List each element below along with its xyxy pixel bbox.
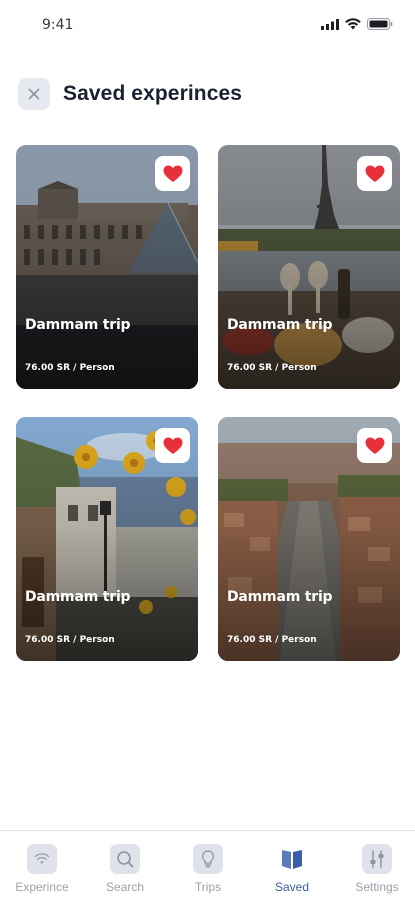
lightbulb-icon bbox=[193, 844, 223, 874]
card-title: Dammam trip bbox=[25, 317, 131, 333]
cellular-signal-icon bbox=[321, 18, 339, 30]
experience-card[interactable]: Dammam trip 76.00 SR / Person bbox=[16, 417, 198, 661]
heart-icon bbox=[365, 437, 384, 454]
card-title: Dammam trip bbox=[227, 317, 333, 333]
tab-label: Search bbox=[105, 880, 145, 894]
status-bar: 9:41 bbox=[0, 0, 415, 50]
card-price: 76.00 SR / Person bbox=[227, 363, 317, 373]
card-title: Dammam trip bbox=[227, 589, 333, 605]
close-icon bbox=[28, 88, 40, 100]
page-title: Saved experinces bbox=[63, 82, 243, 105]
heart-icon bbox=[365, 165, 384, 182]
tab-label: Saved bbox=[274, 880, 310, 894]
tab-settings[interactable]: Settings bbox=[337, 844, 415, 894]
tab-label: Settings bbox=[355, 880, 399, 894]
experience-card[interactable]: Dammam trip 76.00 SR / Person bbox=[16, 145, 198, 389]
card-price: 76.00 SR / Person bbox=[227, 635, 317, 645]
heart-icon bbox=[163, 437, 182, 454]
battery-icon bbox=[367, 18, 393, 30]
close-button[interactable] bbox=[18, 78, 50, 110]
tab-label: Trips bbox=[194, 880, 222, 894]
favorite-button[interactable] bbox=[155, 428, 190, 463]
search-icon bbox=[110, 844, 140, 874]
bookmark-icon bbox=[277, 844, 307, 874]
card-price: 76.00 SR / Person bbox=[25, 363, 115, 373]
tab-experince[interactable]: Experince bbox=[2, 844, 82, 894]
status-icons bbox=[321, 18, 393, 30]
tab-saved[interactable]: Saved bbox=[252, 844, 332, 894]
experience-card[interactable]: Dammam trip 76.00 SR / Person bbox=[218, 417, 400, 661]
bottom-tab-bar: Experince Search Trips Saved Settings bbox=[0, 830, 415, 900]
status-time: 9:41 bbox=[42, 17, 74, 33]
favorite-button[interactable] bbox=[357, 428, 392, 463]
card-price: 76.00 SR / Person bbox=[25, 635, 115, 645]
experience-card[interactable]: Dammam trip 76.00 SR / Person bbox=[218, 145, 400, 389]
tab-search[interactable]: Search bbox=[85, 844, 165, 894]
header: Saved experinces bbox=[0, 76, 415, 112]
wifi-signal-icon bbox=[345, 18, 361, 30]
sliders-icon bbox=[362, 844, 392, 874]
favorite-button[interactable] bbox=[155, 156, 190, 191]
tab-label: Experince bbox=[15, 880, 69, 894]
tab-trips[interactable]: Trips bbox=[168, 844, 248, 894]
wifi-icon bbox=[27, 844, 57, 874]
heart-icon bbox=[163, 165, 182, 182]
card-title: Dammam trip bbox=[25, 589, 131, 605]
favorite-button[interactable] bbox=[357, 156, 392, 191]
